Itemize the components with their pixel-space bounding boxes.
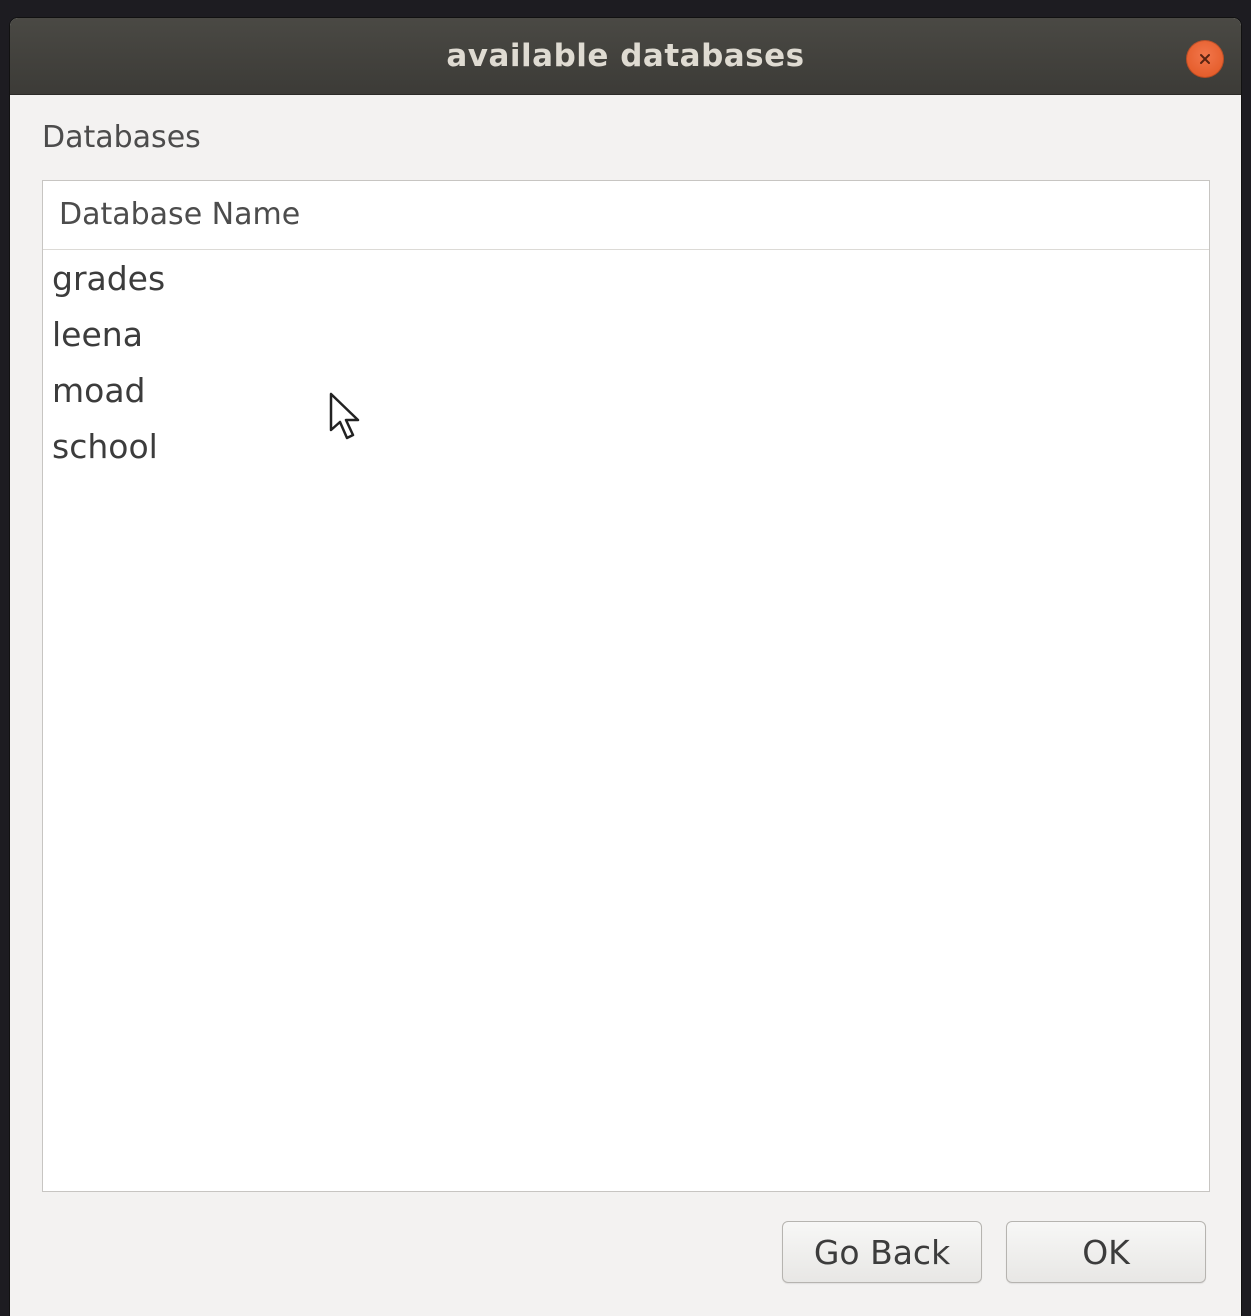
list-item[interactable]: moad	[43, 363, 1209, 419]
column-header-label: Database Name	[59, 197, 301, 232]
desktop-background: available databases Databases Database N…	[0, 0, 1251, 1316]
dialog-window: available databases Databases Database N…	[10, 18, 1241, 1316]
close-icon	[1200, 54, 1210, 64]
title-bar[interactable]: available databases	[10, 18, 1241, 95]
database-rows: grades leena moad school	[43, 251, 1209, 475]
mouse-pointer-icon	[329, 392, 363, 446]
ok-button[interactable]: OK	[1006, 1221, 1206, 1283]
close-button[interactable]	[1186, 40, 1224, 78]
databases-label: Databases	[42, 120, 201, 155]
database-list[interactable]: Database Name grades leena moad school	[42, 180, 1210, 1192]
column-header[interactable]: Database Name	[43, 181, 1209, 250]
list-item[interactable]: leena	[43, 307, 1209, 363]
list-item[interactable]: school	[43, 419, 1209, 475]
list-item[interactable]: grades	[43, 251, 1209, 307]
go-back-button[interactable]: Go Back	[782, 1221, 982, 1283]
window-title: available databases	[446, 38, 805, 74]
